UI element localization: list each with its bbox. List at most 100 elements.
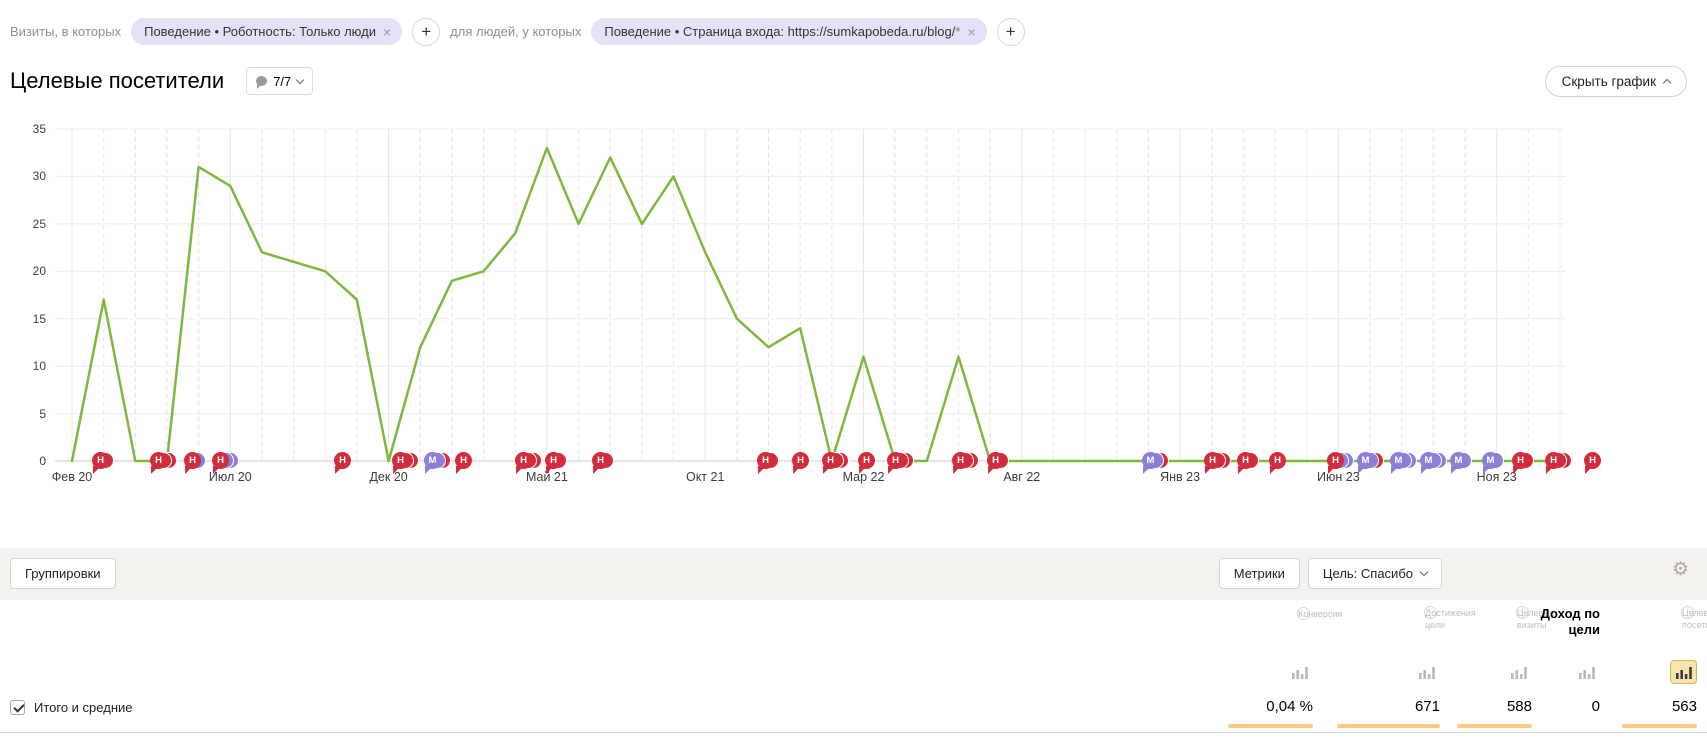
metrics-table: Конверсия0,04 %Достижения цели671Целевые…: [0, 600, 1707, 733]
metric-column: Целевые визиты588: [1432, 600, 1532, 733]
add-people-filter-button[interactable]: +: [997, 18, 1025, 46]
people-filter-label: для людей, у которых: [450, 24, 581, 39]
comment-marker[interactable]: М: [1450, 452, 1467, 469]
comment-marker[interactable]: Н: [455, 452, 472, 469]
plus-icon: +: [421, 22, 431, 42]
column-chart-toggle-icon[interactable]: [1505, 660, 1532, 684]
comment-marker-letter: Н: [1327, 452, 1344, 469]
close-icon[interactable]: ×: [967, 25, 975, 39]
comment-marker[interactable]: Н: [1204, 452, 1221, 469]
comment-marker[interactable]: Н: [392, 452, 409, 469]
comment-marker-letter: Н: [1545, 452, 1562, 469]
comment-marker-letter: М: [1420, 452, 1437, 469]
comment-marker[interactable]: Н: [515, 452, 532, 469]
help-icon[interactable]: Целевые визиты: [1516, 606, 1529, 619]
y-axis-label: 20: [0, 264, 46, 278]
column-chart-toggle-icon[interactable]: [1670, 660, 1697, 684]
comment-marker[interactable]: Н: [1327, 452, 1344, 469]
filter-chip-robots-text: Поведение • Роботность: Только люди: [144, 24, 376, 39]
x-axis-label: Дек 20: [369, 470, 407, 484]
comment-marker[interactable]: М: [1142, 452, 1159, 469]
comment-marker[interactable]: Н: [184, 452, 201, 469]
comment-marker[interactable]: М: [424, 452, 441, 469]
column-header: Целевые визиты: [1432, 606, 1532, 633]
comment-marker[interactable]: Н: [1237, 452, 1254, 469]
close-icon[interactable]: ×: [383, 25, 391, 39]
value-bar: [1622, 724, 1697, 728]
comment-marker[interactable]: Н: [1269, 452, 1286, 469]
comment-marker-letter: Н: [792, 452, 809, 469]
x-axis-label: Фев 20: [52, 470, 92, 484]
value-bar: [1228, 724, 1313, 728]
totals-label: Итого и средние: [34, 700, 132, 715]
column-chart-toggle-icon[interactable]: [1286, 660, 1313, 684]
x-axis-label: Июн 23: [1317, 470, 1360, 484]
comment-marker[interactable]: М: [1482, 452, 1499, 469]
comment-marker[interactable]: Н: [334, 452, 351, 469]
chevron-up-icon: [1663, 79, 1671, 87]
comment-marker[interactable]: Н: [212, 452, 229, 469]
comment-marker-letter: М: [1450, 452, 1467, 469]
wildcard-star: *: [955, 24, 960, 39]
comment-marker-letter: М: [424, 452, 441, 469]
comment-marker[interactable]: Н: [150, 452, 167, 469]
comment-marker[interactable]: Н: [1512, 452, 1529, 469]
help-icon[interactable]: Конверсия: [1297, 607, 1310, 620]
comment-marker[interactable]: М: [1357, 452, 1374, 469]
groupings-button[interactable]: Группировки: [10, 558, 116, 589]
comment-marker[interactable]: Н: [592, 452, 609, 469]
help-icon[interactable]: Целевые посетители: [1681, 606, 1694, 619]
comment-marker-letter: Н: [334, 452, 351, 469]
segment-filter-bar: Визиты, в которых Поведение • Роботность…: [0, 0, 1707, 50]
comment-marker-letter: М: [1357, 452, 1374, 469]
comment-marker-letter: Н: [1512, 452, 1529, 469]
gear-icon[interactable]: ⚙: [1672, 560, 1689, 579]
comment-marker[interactable]: Н: [952, 452, 969, 469]
comment-marker-letter: Н: [1584, 452, 1601, 469]
comment-marker-letter: Н: [987, 452, 1004, 469]
goal-select-button[interactable]: Цель: Спасибо: [1308, 558, 1442, 589]
y-axis-label: 0: [0, 454, 46, 468]
filter-chip-entry-page[interactable]: Поведение • Страница входа: https://sumk…: [591, 18, 986, 45]
comment-marker[interactable]: Н: [822, 452, 839, 469]
metric-column: Целевые посетители 563: [1582, 600, 1697, 733]
comment-marker[interactable]: Н: [792, 452, 809, 469]
comment-marker[interactable]: Н: [887, 452, 904, 469]
metric-column: Достижения цели671: [1315, 600, 1440, 733]
comment-marker-letter: Н: [212, 452, 229, 469]
comment-marker[interactable]: М: [1420, 452, 1437, 469]
comment-marker-letter: Н: [515, 452, 532, 469]
comment-marker-letter: Н: [392, 452, 409, 469]
comment-marker-letter: Н: [887, 452, 904, 469]
y-axis-label: 15: [0, 312, 46, 326]
comments-dropdown-button[interactable]: 7/7: [246, 67, 313, 95]
comment-marker-letter: Н: [455, 452, 472, 469]
chevron-down-icon: [1420, 568, 1428, 576]
hide-chart-button[interactable]: Скрыть график: [1545, 66, 1687, 97]
metrics-button[interactable]: Метрики: [1219, 558, 1300, 589]
comment-marker-letter: Н: [184, 452, 201, 469]
column-total-value: 563: [1672, 698, 1697, 715]
comment-marker[interactable]: Н: [92, 452, 109, 469]
page-title: Целевые посетители: [10, 68, 224, 94]
plus-icon: +: [1006, 22, 1016, 42]
add-visit-filter-button[interactable]: +: [412, 18, 440, 46]
chart-svg: [0, 106, 1707, 491]
comment-marker[interactable]: Н: [757, 452, 774, 469]
metric-column: Конверсия0,04 %: [1163, 600, 1313, 733]
column-header: Целевые посетители: [1582, 606, 1697, 633]
visitors-line-chart: 05101520253035Фев 20Июл 20Дек 20Май 21Ок…: [0, 106, 1707, 491]
comment-marker[interactable]: Н: [858, 452, 875, 469]
comment-marker[interactable]: Н: [545, 452, 562, 469]
filter-chip-robots[interactable]: Поведение • Роботность: Только люди ×: [131, 18, 402, 45]
totals-row: Итого и средние: [10, 700, 132, 715]
comment-marker[interactable]: Н: [1545, 452, 1562, 469]
table-toolbar: Группировки Метрики Цель: Спасибо ⚙: [0, 548, 1707, 600]
comment-marker[interactable]: Н: [1584, 452, 1601, 469]
visits-filter-label: Визиты, в которых: [10, 24, 121, 39]
comment-marker[interactable]: М: [1390, 452, 1407, 469]
comment-marker[interactable]: Н: [987, 452, 1004, 469]
value-bar: [1337, 724, 1440, 728]
totals-checkbox[interactable]: [10, 700, 25, 715]
comment-marker-letter: Н: [1204, 452, 1221, 469]
